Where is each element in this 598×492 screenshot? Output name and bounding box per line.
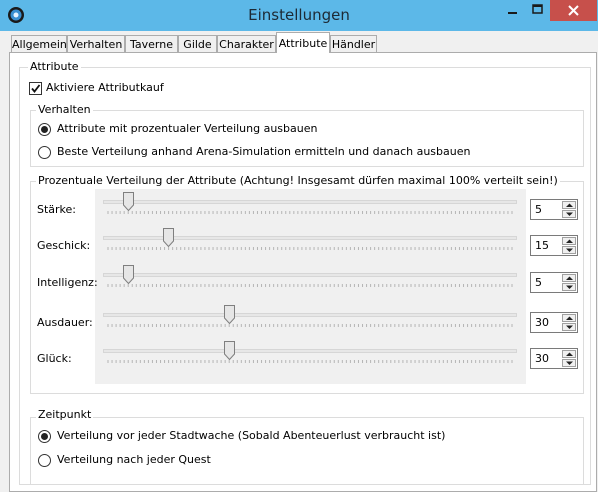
slider-ticks-glueck: [107, 360, 513, 363]
spin-down-button[interactable]: [562, 323, 576, 331]
spinbox-intelligenz[interactable]: 5: [530, 272, 578, 293]
maximize-button[interactable]: [525, 0, 550, 21]
tab-taverne[interactable]: Taverne: [125, 35, 178, 52]
spinbox-staerke[interactable]: 5: [530, 199, 578, 220]
checkmark-icon: [31, 84, 41, 93]
spinbox-value[interactable]: 30: [535, 352, 549, 365]
tab-verhalten[interactable]: Verhalten: [67, 35, 125, 52]
radio-after-quest[interactable]: [38, 454, 51, 467]
slider-thumb-intelligenz[interactable]: [122, 265, 134, 284]
arrow-up-icon: [566, 239, 573, 243]
distribution-group-legend: Prozentuale Verteilung der Attribute (Ac…: [36, 174, 560, 187]
activate-attribute-label: Aktiviere Attributkauf: [46, 81, 164, 94]
arrow-down-icon: [566, 212, 573, 216]
label-geschick: Geschick:: [37, 239, 91, 252]
maximize-icon: [532, 4, 543, 14]
slider-thumb-glueck[interactable]: [223, 341, 235, 360]
behavior-group-legend: Verhalten: [36, 103, 93, 116]
radio-selected-dot: [41, 126, 48, 133]
close-icon: [568, 5, 579, 16]
spinbox-glueck[interactable]: 30: [530, 348, 578, 369]
arrow-up-icon: [566, 203, 573, 207]
slider-thumb-geschick[interactable]: [163, 228, 175, 247]
arrow-up-icon: [566, 352, 573, 356]
tab-allgemein[interactable]: Allgemein: [11, 35, 67, 52]
radio-arena-simulation[interactable]: [38, 146, 51, 159]
spin-up-button[interactable]: [562, 314, 576, 322]
title-bar: Einstellungen: [0, 0, 598, 31]
radio-before-city-watch-label: Verteilung vor jeder Stadtwache (Sobald …: [57, 429, 446, 442]
radio-percent-distribution-label: Attribute mit prozentualer Verteilung au…: [57, 122, 318, 135]
radio-before-city-watch[interactable]: [38, 430, 51, 443]
label-glueck: Glück:: [37, 352, 72, 365]
timing-group-legend: Zeitpunkt: [36, 408, 94, 421]
slider-ticks-staerke: [107, 211, 513, 214]
radio-selected-dot: [41, 433, 48, 440]
arrow-up-icon: [566, 276, 573, 280]
slider-thumb-staerke[interactable]: [122, 192, 134, 211]
arrow-down-icon: [566, 285, 573, 289]
label-intelligenz: Intelligenz:: [37, 276, 98, 289]
spinbox-value[interactable]: 30: [535, 316, 549, 329]
label-ausdauer: Ausdauer:: [37, 316, 93, 329]
spin-up-button[interactable]: [562, 274, 576, 282]
spin-down-button[interactable]: [562, 210, 576, 218]
arrow-down-icon: [566, 248, 573, 252]
spin-down-button[interactable]: [562, 359, 576, 367]
spinbox-value[interactable]: 5: [535, 276, 542, 289]
radio-percent-distribution[interactable]: [38, 123, 51, 136]
radio-arena-simulation-label: Beste Verteilung anhand Arena-Simulation…: [57, 145, 471, 158]
spinbox-value[interactable]: 5: [535, 203, 542, 216]
behavior-group: [30, 110, 584, 167]
minimize-button[interactable]: [499, 0, 525, 21]
slider-ticks-geschick: [107, 247, 513, 250]
slider-track-ausdauer[interactable]: [103, 313, 517, 317]
slider-track-staerke[interactable]: [103, 200, 517, 204]
spin-down-button[interactable]: [562, 246, 576, 254]
spinbox-geschick[interactable]: 15: [530, 235, 578, 256]
slider-ticks-intelligenz: [107, 284, 513, 287]
slider-track-glueck[interactable]: [103, 349, 517, 353]
tab-haendler[interactable]: Händler: [330, 35, 377, 52]
minimize-icon: [508, 12, 517, 14]
attribute-group-legend: Attribute: [28, 60, 81, 73]
spin-down-button[interactable]: [562, 283, 576, 291]
timing-group: [30, 417, 584, 485]
spin-up-button[interactable]: [562, 237, 576, 245]
label-staerke: Stärke:: [37, 203, 77, 216]
slider-thumb-ausdauer[interactable]: [223, 305, 235, 324]
arrow-up-icon: [566, 316, 573, 320]
activate-attribute-checkbox[interactable]: [29, 82, 42, 95]
arrow-down-icon: [566, 325, 573, 329]
slider-ticks-ausdauer: [107, 324, 513, 327]
tab-charakter[interactable]: Charakter: [217, 35, 276, 52]
spinbox-value[interactable]: 15: [535, 239, 549, 252]
arrow-down-icon: [566, 361, 573, 365]
tab-gilde[interactable]: Gilde: [178, 35, 217, 52]
spinbox-ausdauer[interactable]: 30: [530, 312, 578, 333]
spin-up-button[interactable]: [562, 201, 576, 209]
close-button[interactable]: [550, 0, 597, 21]
radio-after-quest-label: Verteilung nach jeder Quest: [57, 453, 211, 466]
slider-track-intelligenz[interactable]: [103, 273, 517, 277]
spin-up-button[interactable]: [562, 350, 576, 358]
tab-attribute[interactable]: Attribute: [276, 32, 330, 53]
